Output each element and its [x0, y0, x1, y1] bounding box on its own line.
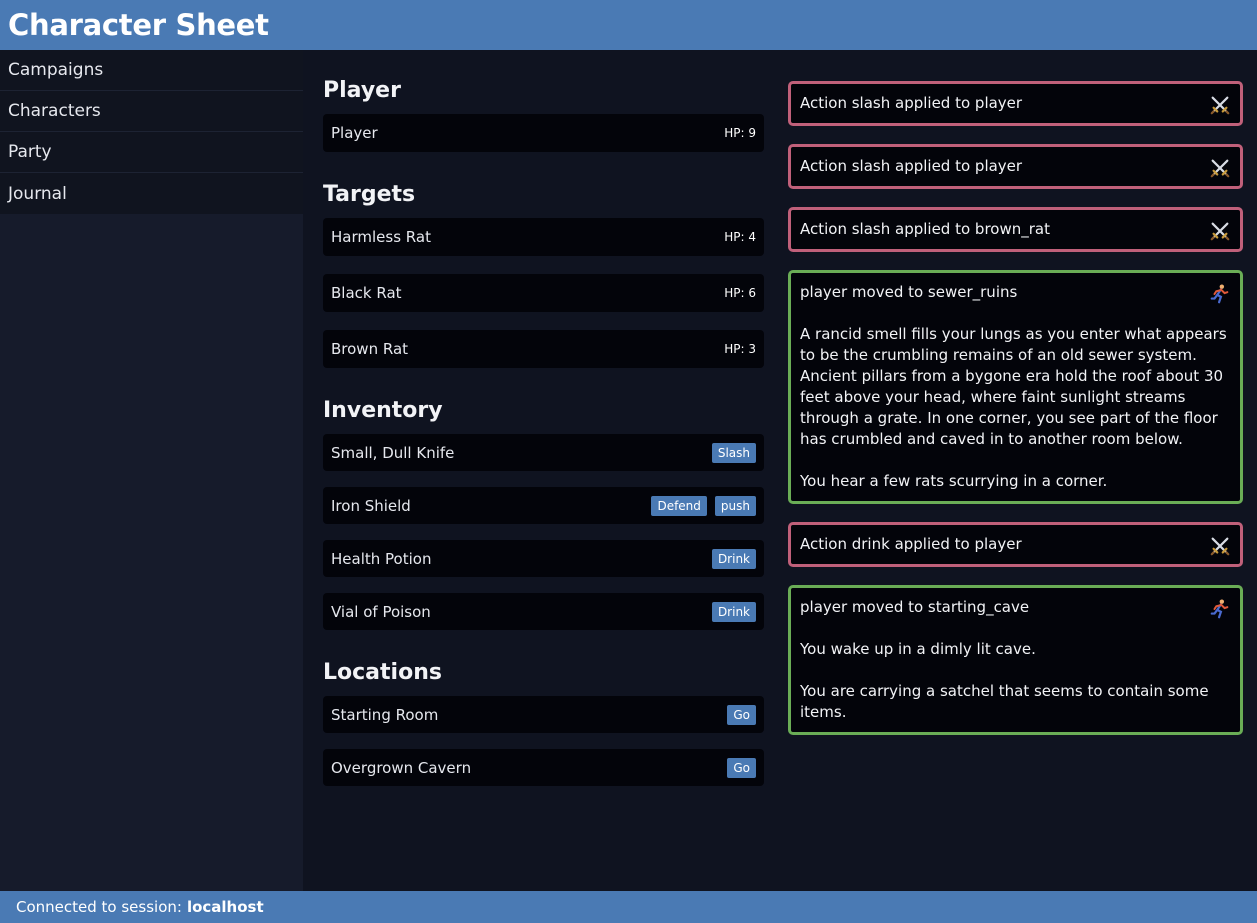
page-title: Character Sheet	[8, 8, 269, 42]
player-heading: Player	[323, 78, 401, 103]
target-name: Black Rat	[331, 284, 402, 302]
item-name: Small, Dull Knife	[331, 443, 455, 462]
sidebar-nav: Campaigns Characters Party Journal	[0, 50, 303, 214]
slash-button[interactable]: Slash	[711, 442, 756, 463]
action-log-entry: Action slash applied to player	[788, 81, 1243, 126]
inventory-item: Vial of Poison Drink	[323, 593, 764, 630]
event-log: Action slash applied to player Action sl…	[788, 81, 1243, 753]
session-name: localhost	[186, 898, 264, 916]
locations-heading: Locations	[323, 660, 442, 685]
targets-heading: Targets	[323, 182, 416, 207]
location-item: Starting Room Go	[323, 696, 764, 733]
push-button[interactable]: push	[714, 495, 756, 516]
location-item: Overgrown Cavern Go	[323, 749, 764, 786]
target-name: Brown Rat	[331, 340, 409, 358]
sidebar-item-journal[interactable]: Journal	[0, 173, 303, 214]
running-person-icon	[1210, 284, 1229, 304]
hp-value: HP: 6	[724, 286, 756, 300]
move-log-entry: player moved to starting_cave You wake u…	[788, 585, 1243, 735]
sidebar-item-characters[interactable]: Characters	[0, 91, 303, 132]
item-actions: Drink	[711, 601, 756, 622]
log-text: Action slash applied to brown_rat	[800, 220, 1050, 238]
app-header: Character Sheet	[0, 0, 1257, 50]
action-log-entry: Action slash applied to brown_rat	[788, 207, 1243, 252]
hp-value: HP: 3	[724, 342, 756, 356]
sidebar-item-campaigns[interactable]: Campaigns	[0, 50, 303, 91]
location-name: Overgrown Cavern	[331, 758, 472, 777]
item-actions: Drink	[711, 548, 756, 569]
status-bar: Connected to session: localhost	[0, 891, 1257, 923]
item-actions: Slash	[711, 442, 756, 463]
target-card[interactable]: Harmless Rat HP: 4	[323, 218, 764, 256]
item-name: Iron Shield	[331, 496, 411, 515]
crossed-swords-icon	[1210, 222, 1230, 241]
log-text: Action drink applied to player	[800, 535, 1022, 553]
go-button[interactable]: Go	[727, 704, 756, 725]
log-text: player moved to starting_cave	[800, 598, 1030, 616]
drink-button[interactable]: Drink	[711, 548, 756, 569]
player-name: Player	[331, 124, 378, 142]
target-name: Harmless Rat	[331, 228, 431, 246]
connection-label: Connected to session:	[16, 898, 182, 916]
target-card[interactable]: Black Rat HP: 6	[323, 274, 764, 312]
hp-value: HP: 4	[724, 230, 756, 244]
location-description: You wake up in a dimly lit cave. You are…	[800, 640, 1209, 721]
action-log-entry: Action slash applied to player	[788, 144, 1243, 189]
move-log-entry: player moved to sewer_ruins A rancid sme…	[788, 270, 1243, 504]
drink-button[interactable]: Drink	[711, 601, 756, 622]
inventory-item: Iron Shield Defend push	[323, 487, 764, 524]
hp-value: HP: 9	[724, 126, 756, 140]
log-text: Action slash applied to player	[800, 94, 1023, 112]
character-panel: Player Player HP: 9 Targets Harmless Rat…	[323, 50, 764, 802]
item-actions: Defend push	[651, 495, 756, 516]
location-description: A rancid smell fills your lungs as you e…	[800, 325, 1227, 490]
player-card[interactable]: Player HP: 9	[323, 114, 764, 152]
crossed-swords-icon	[1210, 537, 1230, 556]
defend-button[interactable]: Defend	[651, 495, 707, 516]
inventory-heading: Inventory	[323, 398, 443, 423]
sidebar-item-party[interactable]: Party	[0, 132, 303, 173]
go-button[interactable]: Go	[727, 757, 756, 778]
log-text: Action slash applied to player	[800, 157, 1023, 175]
location-name: Starting Room	[331, 705, 439, 724]
log-text: player moved to sewer_ruins	[800, 283, 1018, 301]
item-name: Health Potion	[331, 549, 432, 568]
running-person-icon	[1210, 599, 1229, 619]
item-name: Vial of Poison	[331, 602, 431, 621]
crossed-swords-icon	[1210, 96, 1230, 115]
crossed-swords-icon	[1210, 159, 1230, 178]
inventory-item: Small, Dull Knife Slash	[323, 434, 764, 471]
target-card[interactable]: Brown Rat HP: 3	[323, 330, 764, 368]
inventory-item: Health Potion Drink	[323, 540, 764, 577]
sidebar: Campaigns Characters Party Journal	[0, 50, 303, 891]
action-log-entry: Action drink applied to player	[788, 522, 1243, 567]
